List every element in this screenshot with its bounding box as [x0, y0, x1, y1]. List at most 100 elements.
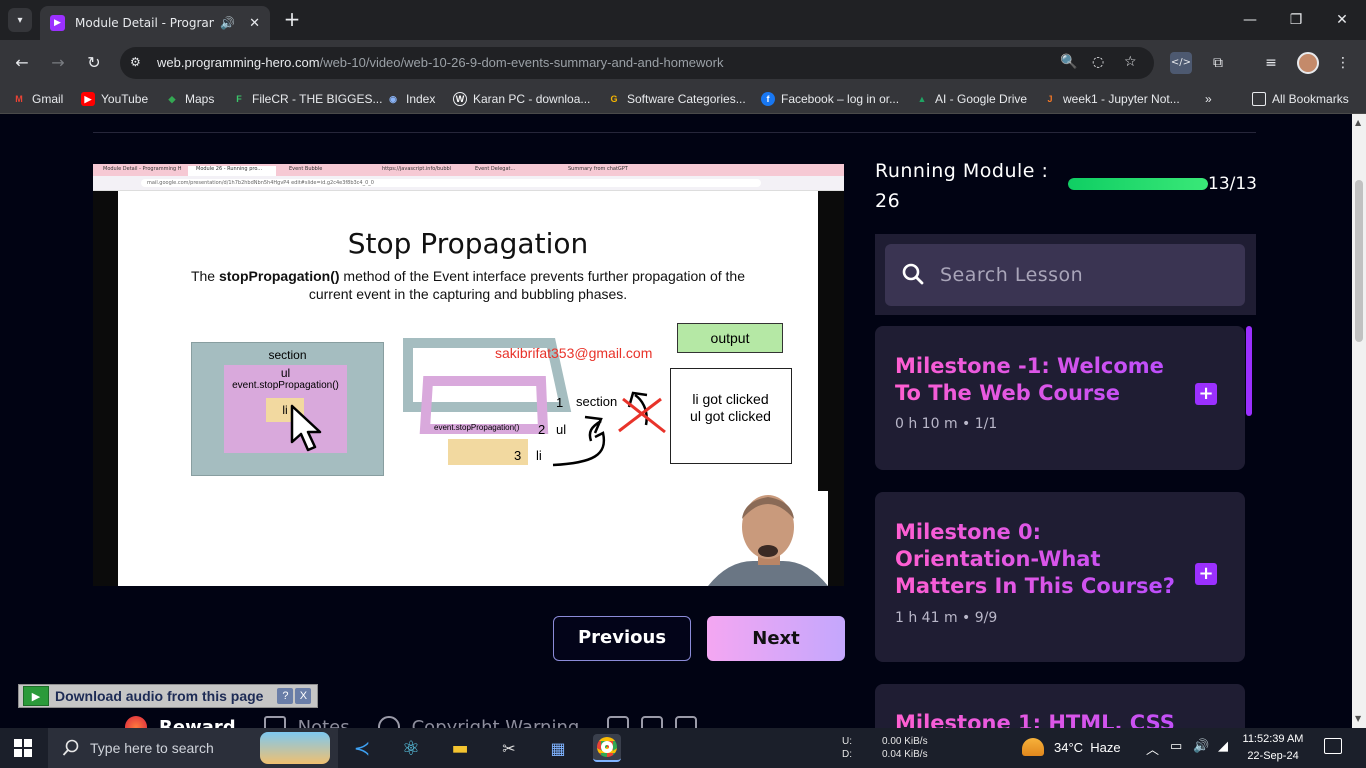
bookmark-jupyter[interactable]: Jweek1 - Jupyter Not... [1043, 92, 1179, 106]
profile-avatar[interactable] [1297, 52, 1319, 74]
filecr-icon: F [236, 94, 242, 104]
menu-icon[interactable]: ⋮ [1332, 52, 1354, 74]
notes-tab[interactable]: Notes [263, 716, 350, 728]
more-bookmarks-icon[interactable]: » [1205, 92, 1212, 106]
file-explorer-icon[interactable]: ▬ [446, 734, 474, 762]
volume-icon[interactable]: 🔊 [1193, 739, 1209, 754]
react-icon[interactable]: ⚛ [397, 734, 425, 762]
result-line: ul got clicked [690, 408, 771, 424]
bookmark-youtube[interactable]: ▶ YouTube [81, 92, 148, 106]
scroll-up-icon[interactable]: ▲ [1355, 118, 1361, 127]
forward-icon[interactable]: → [46, 51, 70, 75]
lesson-search-box[interactable] [885, 244, 1245, 306]
help-icon[interactable]: ? [277, 688, 294, 704]
back-icon[interactable]: ← [10, 51, 34, 75]
level-number: 2 [538, 422, 546, 437]
globe-icon: ◉ [389, 93, 397, 104]
calculator-icon[interactable]: ▦ [544, 734, 572, 762]
milestone-title: Milestone -1: Welcome To The Web Course [895, 353, 1185, 407]
mouse-cursor-icon [290, 404, 322, 452]
bookmark-gmail[interactable]: M Gmail [12, 92, 63, 106]
tab-close-icon[interactable]: ✕ [249, 16, 260, 31]
devtools-extension-icon[interactable]: </> [1170, 52, 1192, 74]
bookmark-filecr[interactable]: F FileCR - THE BIGGES... [232, 92, 382, 106]
notes-icon [263, 716, 286, 728]
ul-method-label: event.stopPropagation() [232, 380, 339, 391]
drive-icon: ▲ [917, 94, 927, 104]
comment-icon[interactable] [607, 716, 630, 728]
play-icon[interactable]: ▶ [23, 686, 49, 706]
milestone-card[interactable]: Milestone -1: Welcome To The Web Course … [875, 326, 1245, 470]
zoom-icon[interactable]: 🔍 [1060, 54, 1077, 70]
expand-plus-icon[interactable]: + [1195, 563, 1217, 585]
battery-icon[interactable]: ▭ [1170, 739, 1182, 754]
slide-description: The stopPropagation() method of the Even… [190, 268, 746, 302]
copyright-tab[interactable]: Copyright Warning [377, 716, 579, 728]
level-label: ul [556, 422, 567, 437]
search-lesson-input[interactable] [940, 258, 1230, 292]
scroll-down-icon[interactable]: ▼ [1355, 714, 1361, 723]
extensions-icon[interactable]: ⧉ [1207, 52, 1229, 74]
vscode-icon[interactable]: ≺ [348, 734, 376, 762]
media-control-icon[interactable]: ≡ [1260, 52, 1282, 74]
bookmark-google-drive[interactable]: ▲ AI - Google Drive [915, 92, 1028, 106]
lesson-search-panel [875, 234, 1256, 315]
restore-icon[interactable]: ❐ [1284, 8, 1308, 32]
previous-button[interactable]: Previous [553, 616, 691, 661]
reward-tab[interactable]: Reward [125, 716, 236, 728]
download-audio-link[interactable]: Download audio from this page [55, 688, 263, 704]
windows-start-icon[interactable] [14, 739, 32, 757]
system-clock[interactable]: 11:52:39 AM 22-Sep-24 [1236, 731, 1310, 765]
page-scrollbar[interactable]: ▲ ▼ [1352, 114, 1366, 728]
temperature: 34°C [1054, 739, 1084, 755]
level-number: 1 [556, 395, 564, 410]
thumbs-down-icon[interactable] [675, 716, 698, 728]
weather-condition: Haze [1090, 739, 1121, 755]
weather-widget[interactable]: 34°C Haze [1022, 738, 1121, 756]
milestone-scrollbar[interactable] [1246, 326, 1252, 416]
bookmark-karan-pc[interactable]: W Karan PC - downloa... [453, 92, 590, 106]
site-info-icon[interactable]: ⚙ [130, 55, 141, 69]
ul-label: ul [280, 366, 291, 380]
tab-module-detail[interactable]: ▶ Module Detail - Programming Hero 🔊 ✕ [40, 6, 270, 40]
wifi-icon[interactable]: ◢ [1218, 739, 1228, 754]
bookmarks-bar: M Gmail ▶ YouTube ◆ Maps F FileCR - THE BIGG… [0, 86, 1366, 114]
video-inner-tabs: Module Detail - Programming H Module 26 … [93, 164, 844, 176]
milestone-card[interactable]: Milestone 0: Orientation-What Matters In… [875, 492, 1245, 662]
next-button[interactable]: Next [707, 616, 845, 661]
result-line: li got clicked [692, 391, 769, 407]
notification-icon[interactable] [1324, 738, 1342, 754]
bookmark-maps[interactable]: ◆ Maps [165, 92, 215, 106]
milestone-title: Milestone 0: Orientation-What Matters In… [895, 519, 1185, 600]
snipping-tool-icon[interactable]: ✂ [495, 734, 523, 762]
thumbs-up-icon[interactable] [641, 716, 664, 728]
jupyter-icon: J [1047, 94, 1053, 104]
watermark-email: sakibrifat353@gmail.com [495, 345, 653, 361]
expand-plus-icon[interactable]: + [1195, 383, 1217, 405]
inner-tab: https://javascript.info/bubbl [382, 166, 452, 172]
tab-search-button[interactable]: ▾ [8, 8, 32, 32]
level-label: section [576, 394, 618, 409]
minimize-icon[interactable]: — [1238, 8, 1262, 32]
bookmark-index[interactable]: ◉ Index [386, 92, 435, 106]
search-icon [902, 263, 924, 285]
taskbar-search[interactable]: Type here to search [48, 728, 338, 768]
inner-tab: Event Delegat... [475, 166, 516, 172]
milestone-card[interactable]: Milestone 1: HTML, CSS [875, 684, 1245, 728]
bookmark-software-categories[interactable]: G Software Categories... [607, 92, 745, 106]
close-icon[interactable]: X [295, 688, 312, 704]
eye-off-icon[interactable]: ◌ [1092, 54, 1104, 70]
close-window-icon[interactable]: ✕ [1330, 8, 1354, 32]
speaker-icon[interactable]: 🔊 [220, 16, 235, 30]
scroll-thumb[interactable] [1355, 180, 1363, 342]
reload-icon[interactable]: ↻ [82, 51, 106, 75]
all-bookmarks[interactable]: All Bookmarks [1252, 92, 1349, 106]
video-player[interactable]: Module Detail - Programming H Module 26 … [93, 164, 844, 586]
url-text[interactable]: web.programming-hero.com/web-10/video/we… [157, 55, 723, 70]
chevron-up-icon[interactable]: ︿ [1146, 739, 1159, 758]
chrome-icon[interactable] [593, 734, 621, 762]
new-tab-button[interactable]: + [281, 9, 303, 31]
bookmark-star-icon[interactable]: ☆ [1124, 54, 1137, 70]
bookmark-facebook[interactable]: f Facebook – log in or... [761, 92, 899, 106]
address-bar[interactable]: ⚙ web.programming-hero.com/web-10/video/… [120, 47, 1154, 79]
